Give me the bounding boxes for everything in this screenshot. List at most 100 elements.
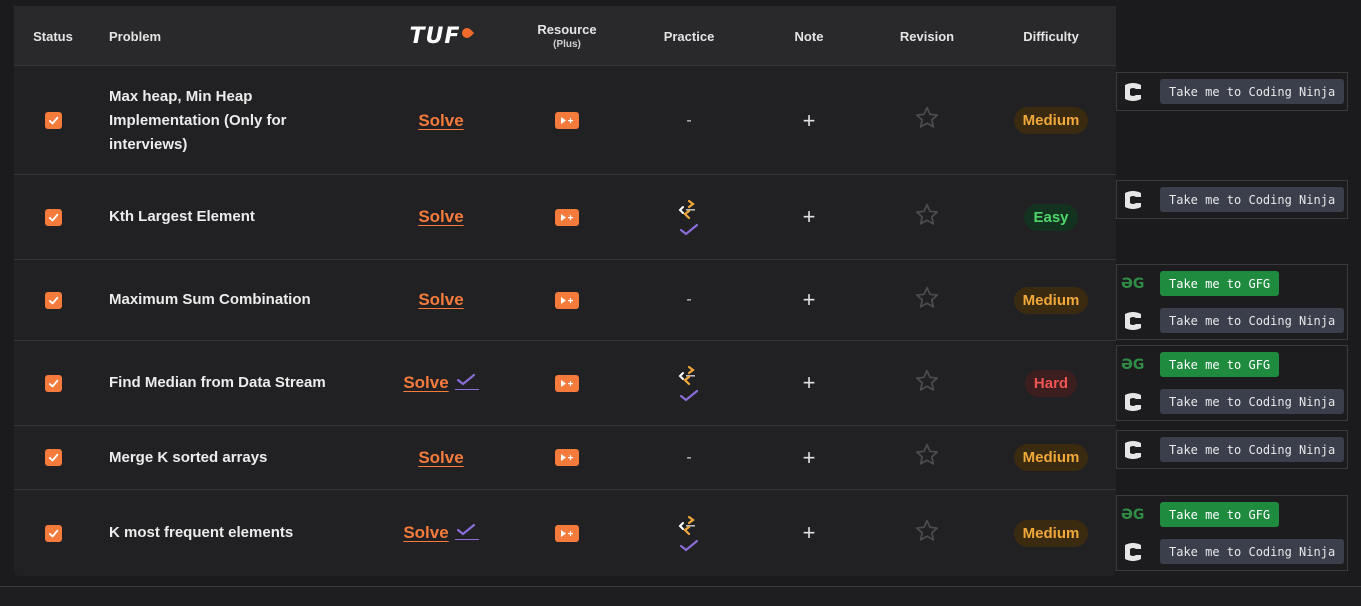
gfg-icon: ƏG (1121, 275, 1145, 292)
star-icon[interactable] (914, 285, 940, 316)
difficulty-badge: Hard (1024, 369, 1078, 397)
table-row: Kth Largest Element Solve + Easy (14, 175, 1116, 260)
star-icon[interactable] (914, 368, 940, 399)
add-note-icon[interactable]: + (803, 520, 816, 546)
problem-title[interactable]: Maximum Sum Combination (109, 288, 329, 312)
solve-link[interactable]: Solve (403, 523, 448, 543)
coding-ninja-button[interactable]: Take me to Coding Ninja (1160, 79, 1345, 104)
header-resource-label: Resource (537, 22, 597, 37)
solve-link[interactable]: Solve (418, 111, 463, 131)
video-play-icon[interactable] (555, 524, 579, 542)
gfg-button[interactable]: Take me to GFG (1160, 271, 1280, 296)
coding-ninja-icon (1122, 391, 1144, 413)
coding-ninja-icon (1122, 310, 1144, 332)
gfg-button[interactable]: Take me to GFG (1160, 352, 1280, 377)
header-note: Note (794, 28, 824, 44)
table-row: Max heap, Min Heap Implementation (Only … (14, 67, 1116, 175)
coding-ninja-link: Take me to Coding Ninja (1117, 533, 1347, 570)
add-note-icon[interactable]: + (803, 445, 816, 471)
coding-ninja-icon (1122, 541, 1144, 563)
star-icon[interactable] (914, 105, 940, 136)
solve-link[interactable]: Solve (418, 448, 463, 468)
status-checkbox[interactable] (45, 374, 62, 392)
video-play-icon[interactable] (555, 374, 579, 392)
coding-ninja-link: Take me to Coding Ninja (1117, 73, 1347, 110)
status-checkbox[interactable] (45, 208, 62, 226)
video-play-icon[interactable] (555, 291, 579, 309)
difficulty-badge: Medium (1013, 286, 1089, 314)
video-play-icon[interactable] (555, 208, 579, 226)
external-links-box: ƏG Take me to GFG Take me to Coding Ninj… (1116, 345, 1348, 421)
status-checkbox[interactable] (45, 112, 62, 129)
star-icon[interactable] (914, 518, 940, 549)
problem-title[interactable]: K most frequent elements (109, 521, 329, 545)
header-revision: Revision (899, 28, 955, 44)
header-difficulty: Difficulty (1023, 28, 1079, 44)
coding-ninja-link: Take me to Coding Ninja (1117, 383, 1347, 420)
external-links-box: Take me to Coding Ninja (1116, 72, 1348, 111)
table-row: Find Median from Data Stream Solve + Har… (14, 341, 1116, 426)
coding-ninja-button[interactable]: Take me to Coding Ninja (1160, 308, 1345, 333)
header-status: Status (33, 28, 73, 44)
star-icon[interactable] (914, 442, 940, 473)
difficulty-badge: Medium (1013, 519, 1089, 547)
coding-ninja-link: Take me to Coding Ninja (1117, 431, 1347, 468)
coding-ninja-button[interactable]: Take me to Coding Ninja (1160, 187, 1345, 212)
solve-link[interactable]: Solve (403, 373, 448, 393)
problem-title[interactable]: Merge K sorted arrays (109, 446, 329, 470)
coding-ninja-link: Take me to Coding Ninja (1117, 302, 1347, 339)
add-note-icon[interactable]: + (803, 204, 816, 230)
header-tuf: TUF (386, 6, 496, 66)
status-checkbox[interactable] (45, 291, 62, 309)
status-checkbox[interactable] (45, 449, 62, 466)
coding-ninja-button[interactable]: Take me to Coding Ninja (1160, 539, 1345, 564)
header-practice: Practice (663, 28, 715, 44)
coding-ninja-icon (1122, 439, 1144, 461)
practice-empty: - (686, 448, 692, 466)
star-icon[interactable] (914, 202, 940, 233)
external-links-box: Take me to Coding Ninja (1116, 430, 1348, 469)
gfg-icon: ƏG (1121, 356, 1145, 373)
table-row: Merge K sorted arrays Solve - + Medium (14, 426, 1116, 490)
table-row: Maximum Sum Combination Solve - + Medium (14, 260, 1116, 341)
solve-link[interactable]: Solve (418, 207, 463, 227)
problem-title[interactable]: Find Median from Data Stream (109, 371, 329, 395)
tuf-logo: TUF (410, 24, 475, 49)
gfg-link: ƏG Take me to GFG (1117, 496, 1347, 533)
practice-solved-icon[interactable] (678, 515, 700, 552)
coding-ninja-button[interactable]: Take me to Coding Ninja (1160, 389, 1345, 414)
problem-title[interactable]: Max heap, Min Heap Implementation (Only … (109, 85, 329, 157)
solve-link[interactable]: Solve (418, 290, 463, 310)
coding-ninja-icon (1122, 189, 1144, 211)
gfg-button[interactable]: Take me to GFG (1160, 502, 1280, 527)
problem-title[interactable]: Kth Largest Element (109, 205, 329, 229)
bottom-bar (0, 586, 1361, 606)
practice-solved-icon[interactable] (678, 199, 700, 236)
solved-check-icon (454, 374, 479, 390)
gfg-icon: ƏG (1121, 506, 1145, 523)
add-note-icon[interactable]: + (803, 108, 816, 134)
coding-ninja-button[interactable]: Take me to Coding Ninja (1160, 437, 1345, 462)
external-links-box: ƏG Take me to GFG Take me to Coding Ninj… (1116, 495, 1348, 571)
solved-check-icon (454, 524, 479, 540)
video-play-icon[interactable] (555, 449, 579, 466)
add-note-icon[interactable]: + (803, 287, 816, 313)
coding-ninja-link: Take me to Coding Ninja (1117, 181, 1347, 218)
right-header-spacer (1116, 6, 1348, 66)
practice-empty: - (686, 111, 692, 129)
add-note-icon[interactable]: + (803, 370, 816, 396)
video-play-icon[interactable] (555, 112, 579, 129)
header-resource-sub: (Plus) (553, 39, 581, 50)
difficulty-badge: Easy (1024, 203, 1078, 231)
header-resource: Resource (Plus) (517, 6, 617, 66)
practice-solved-icon[interactable] (678, 365, 700, 402)
coding-ninja-icon (1122, 81, 1144, 103)
difficulty-badge: Medium (1013, 444, 1089, 471)
gfg-link: ƏG Take me to GFG (1117, 346, 1347, 383)
difficulty-badge: Medium (1013, 107, 1089, 134)
status-checkbox[interactable] (45, 524, 62, 542)
table-header: Status Problem TUF Resource (Plus) Pract… (14, 6, 1116, 66)
external-links-box: ƏG Take me to GFG Take me to Coding Ninj… (1116, 264, 1348, 340)
header-problem: Problem (109, 28, 162, 44)
gfg-link: ƏG Take me to GFG (1117, 265, 1347, 302)
